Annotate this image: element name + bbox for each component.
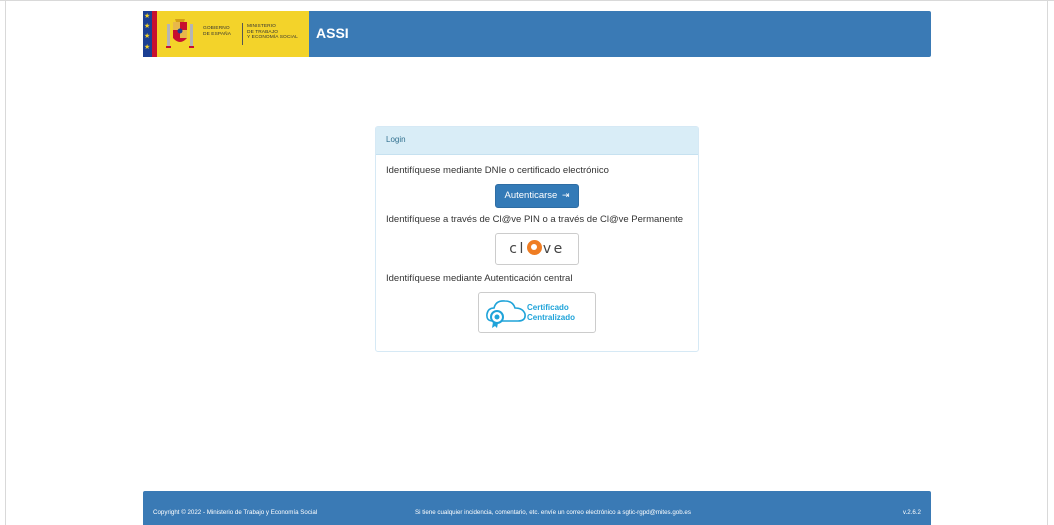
clave-prompt: Identifíquese a través de Cl@ve PIN o a … — [386, 214, 684, 225]
left-border — [5, 0, 6, 525]
footer-version: v.2.6.2 — [902, 509, 921, 516]
clave-login-button[interactable]: cl ve — [495, 233, 579, 265]
sign-in-icon: ⇥ — [561, 191, 570, 201]
authenticate-button-label: Autenticarse — [504, 190, 558, 201]
clave-logo: cl ve — [509, 239, 565, 257]
login-page: ★ ★ ★ ★ GOBIERNO DE ESPAÑA MINISTERIO DE… — [0, 0, 1054, 525]
coat-of-arms-icon — [166, 19, 194, 48]
ministry-label: MINISTERIO DE TRABAJO Y ECONOMÍA SOCIAL — [247, 24, 298, 40]
app-footer: Copyright © 2022 - Ministerio de Trabajo… — [143, 491, 931, 525]
central-certificate-button[interactable]: Certificado Centralizado — [478, 292, 596, 333]
footer-copyright: Copyright © 2022 - Ministerio de Trabajo… — [153, 509, 318, 516]
top-divider — [0, 0, 1054, 1]
central-auth-prompt: Identifíquese mediante Autenticación cen… — [386, 273, 573, 284]
eu-flag-strip: ★ ★ ★ ★ — [143, 11, 152, 57]
right-border — [1047, 0, 1048, 525]
government-logo: ★ ★ ★ ★ GOBIERNO DE ESPAÑA MINISTERIO DE… — [143, 11, 309, 57]
login-panel-body: Identifíquese mediante DNIe o certificad… — [376, 155, 698, 343]
clave-at-icon — [526, 239, 542, 255]
footer-contact: Si tiene cualquier incidencia, comentari… — [415, 509, 691, 516]
app-header: ★ ★ ★ ★ GOBIERNO DE ESPAÑA MINISTERIO DE… — [143, 11, 931, 57]
login-panel-heading: Login — [376, 127, 698, 155]
certificate-label: Certificado Centralizado — [527, 303, 576, 322]
logo-divider — [242, 23, 243, 45]
app-title: ASSI — [316, 25, 349, 41]
red-band — [152, 11, 157, 57]
login-panel: Login Identifíquese mediante DNIe o cert… — [375, 126, 699, 352]
government-label: GOBIERNO DE ESPAÑA — [203, 26, 232, 37]
cloud-certificate-icon — [486, 300, 526, 328]
dnie-prompt: Identifíquese mediante DNIe o certificad… — [386, 165, 609, 176]
authenticate-button[interactable]: Autenticarse ⇥ — [495, 184, 579, 208]
